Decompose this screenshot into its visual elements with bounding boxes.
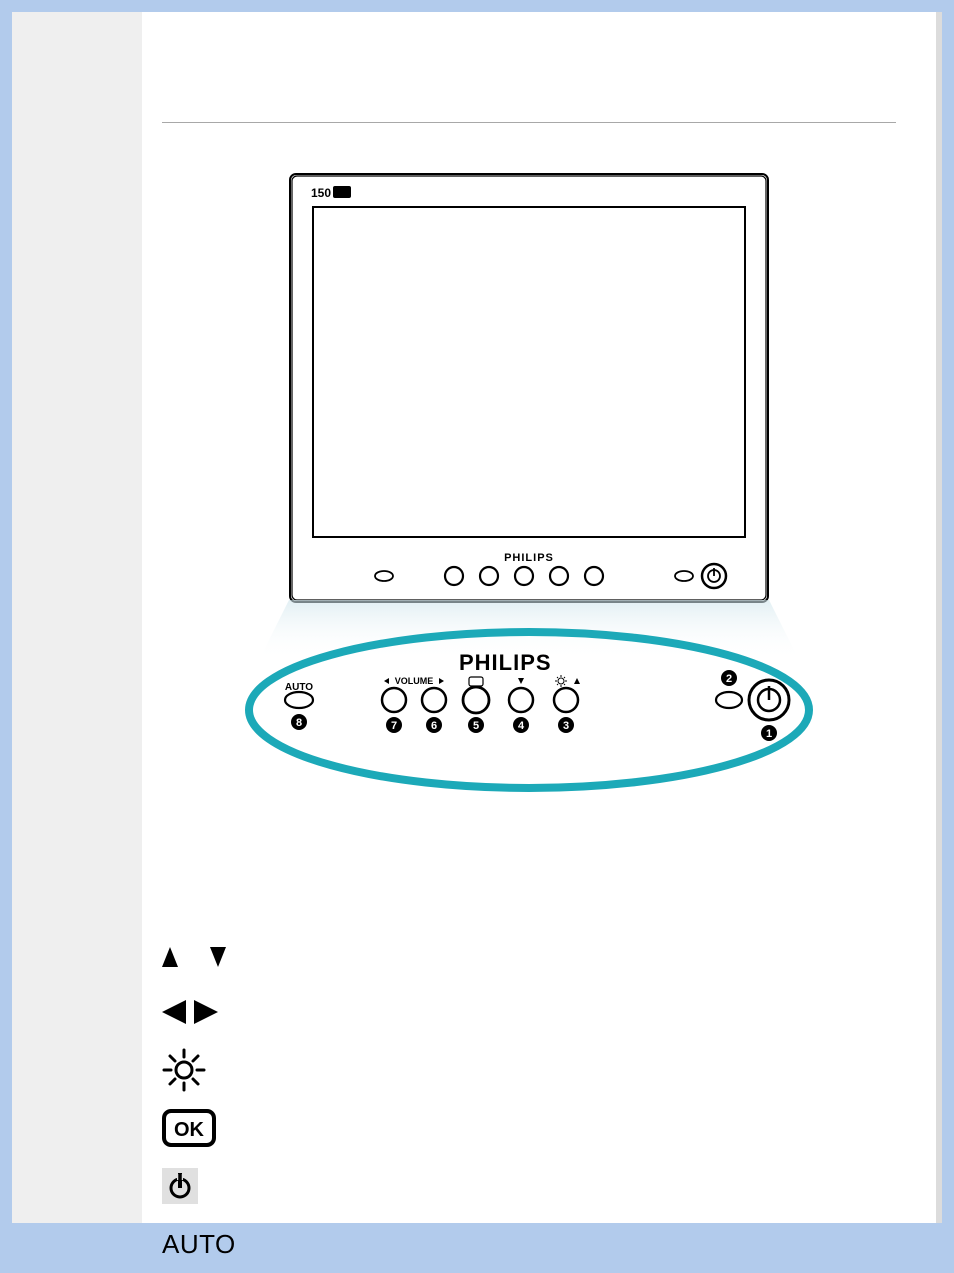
left-right-arrows-icon xyxy=(162,997,242,1027)
monitor-brand-text: PHILIPS xyxy=(504,552,554,564)
svg-text:7: 7 xyxy=(391,720,397,732)
model-badge-text: 150 xyxy=(311,186,331,200)
brightness-icon xyxy=(162,1048,242,1092)
controls-legend: OK xyxy=(162,925,896,1273)
right-scrollbar-hint xyxy=(936,12,942,1223)
legend-row-updown xyxy=(162,925,896,983)
monitor-svg: 150 PHILIPS xyxy=(289,173,769,603)
legend-row-leftright xyxy=(162,983,896,1041)
svg-text:OK: OK xyxy=(174,1119,205,1141)
main-content: 150 PHILIPS xyxy=(142,12,936,1223)
up-down-arrows-icon xyxy=(162,937,242,971)
section-divider xyxy=(162,122,896,123)
zoom-volume-label: VOLUME xyxy=(395,676,434,686)
controls-zoom-wrap: PHILIPS AUTO 8 VOLUME 7 xyxy=(162,600,896,805)
controls-zoom-svg: PHILIPS AUTO 8 VOLUME 7 xyxy=(239,600,819,800)
auto-label: AUTO xyxy=(162,1229,236,1260)
legend-row-auto: AUTO xyxy=(162,1215,896,1273)
monitor-illustration: 150 PHILIPS xyxy=(162,173,896,608)
left-sidebar xyxy=(12,12,142,1223)
svg-text:2: 2 xyxy=(726,673,732,685)
svg-text:1: 1 xyxy=(766,728,772,740)
page-inner: 150 PHILIPS xyxy=(12,12,942,1223)
svg-text:4: 4 xyxy=(518,720,525,732)
page-frame: 150 PHILIPS xyxy=(0,0,954,1235)
svg-text:3: 3 xyxy=(563,720,569,732)
svg-text:8: 8 xyxy=(296,717,302,729)
power-icon xyxy=(162,1168,242,1204)
zoom-brand-text: PHILIPS xyxy=(459,650,552,675)
ok-icon: OK xyxy=(162,1109,242,1147)
legend-row-brightness xyxy=(162,1041,896,1099)
auto-text-icon: AUTO xyxy=(162,1229,242,1260)
legend-row-ok: OK xyxy=(162,1099,896,1157)
svg-text:6: 6 xyxy=(431,720,437,732)
legend-row-power xyxy=(162,1157,896,1215)
svg-text:5: 5 xyxy=(473,720,479,732)
